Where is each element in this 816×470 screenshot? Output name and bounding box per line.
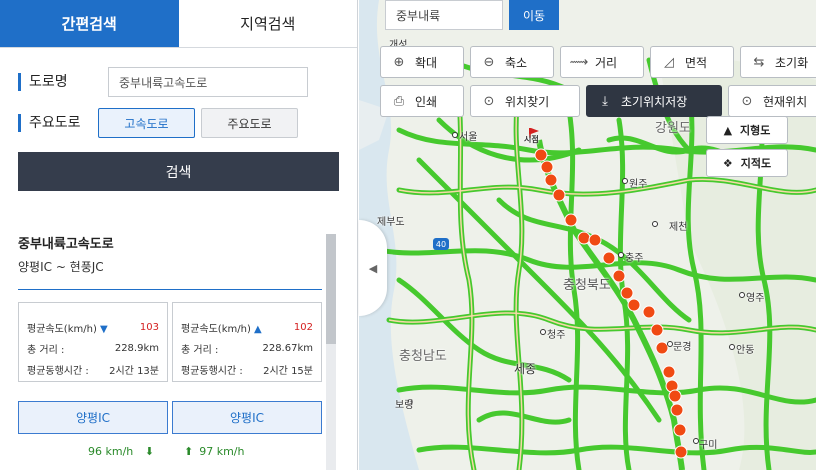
distance-value: 228.9km: [114, 343, 159, 354]
time-value: 2시간 15분: [263, 366, 313, 377]
cadastral-map-button[interactable]: ❖ 지적도: [706, 149, 788, 177]
main-road-label: 주요도로: [18, 114, 98, 132]
result-scrollbar[interactable]: [326, 234, 336, 470]
time-label: 평균동행시간 :: [27, 366, 89, 377]
direction-card-up: 평균속도(km/h) ▲ 102 총 거리 : 228.67km 평균동행시간 …: [172, 302, 322, 382]
find-location-button[interactable]: ⊙ 위치찾기: [470, 85, 580, 117]
search-tabs: 간편검색 지역검색: [0, 0, 357, 48]
map-label: 세종: [514, 362, 537, 376]
map-label: 제천: [669, 222, 688, 233]
map-label: 충주: [625, 253, 644, 264]
result-divider: [18, 289, 322, 290]
map-label: 구미: [699, 440, 718, 451]
grid-icon: ❖: [722, 156, 733, 170]
avg-speed-label: 평균속도(km/h) ▼: [27, 324, 108, 335]
zoom-in-icon: ⊕: [393, 54, 405, 70]
zoom-in-button[interactable]: ⊕ 확대: [380, 46, 464, 78]
search-panel: 간편검색 지역검색 도로명 주요도로 고속도로 주요도로 검색 중부내륙고속도로…: [0, 0, 358, 470]
map-label: 제부도: [377, 217, 405, 228]
print-button[interactable]: ⎙ 인쇄: [380, 85, 464, 117]
scrollbar-thumb[interactable]: [326, 234, 336, 344]
distance-label: 총 거리 :: [181, 345, 219, 356]
speed-down: 96 km/h ⬇: [88, 445, 154, 458]
ic-button-1[interactable]: 양평IC: [18, 401, 168, 434]
distance-label: 총 거리 :: [27, 345, 65, 356]
map-label: 문경: [673, 342, 692, 353]
speed-up: ⬆ 97 km/h: [184, 445, 245, 458]
arrow-down-icon: ▼: [100, 324, 108, 335]
road-name-label: 도로명: [18, 73, 98, 91]
save-initial-position-button[interactable]: ⤓ 초기위치저장: [586, 85, 722, 117]
distance-button[interactable]: ⟿ 거리: [560, 46, 644, 78]
result-section: 양평IC ~ 현풍JC: [18, 260, 104, 274]
zoom-out-button[interactable]: ⊖ 축소: [470, 46, 554, 78]
ic-button-2[interactable]: 양평IC: [172, 401, 322, 434]
print-icon: ⎙: [393, 93, 405, 109]
search-button[interactable]: 검색: [18, 152, 339, 191]
arrow-up-icon: ⬆: [184, 445, 194, 458]
expressway-button[interactable]: 고속도로: [98, 108, 195, 138]
svg-text:40: 40: [436, 240, 446, 249]
map-label: 안동: [736, 345, 755, 356]
chevron-left-icon: ◀: [368, 261, 378, 275]
road-name-input[interactable]: [108, 67, 308, 97]
crosshair-icon: ⊙: [483, 93, 495, 109]
zoom-out-icon: ⊖: [483, 54, 495, 70]
time-label: 평균동행시간 :: [181, 366, 243, 377]
road-name-row: 도로명: [18, 67, 308, 97]
map-label: 영주: [746, 293, 765, 304]
road-type-row: 주요도로 고속도로 주요도로: [18, 108, 304, 138]
distance-value: 228.67km: [262, 343, 313, 354]
map-label: 청주: [547, 330, 566, 341]
map-label: 강원도: [655, 121, 691, 136]
distance-icon: ⟿: [569, 54, 589, 70]
map-search-input[interactable]: [385, 0, 503, 30]
map-go-button[interactable]: 이동: [509, 0, 559, 30]
start-point-label: 시점: [524, 135, 539, 144]
reset-button[interactable]: ⇆ 초기화: [740, 46, 816, 78]
mountain-icon: ▲: [723, 123, 733, 137]
crosshair-icon: ⊙: [741, 93, 753, 109]
arrow-down-icon: ⬇: [144, 445, 154, 458]
terrain-map-button[interactable]: ▲ 지형도: [706, 116, 788, 144]
panel-collapse-toggle[interactable]: ◀: [359, 220, 387, 316]
avg-speed-value: 102: [293, 322, 313, 333]
map-label: 보령: [395, 400, 414, 411]
map-label: 충청북도: [563, 278, 611, 293]
time-value: 2시간 13분: [109, 366, 159, 377]
avg-speed-value: 103: [139, 322, 159, 333]
area-icon: ◿: [664, 54, 674, 70]
tab-region-search[interactable]: 지역검색: [178, 0, 357, 47]
current-location-button[interactable]: ⊙ 현재위치: [728, 85, 816, 117]
tab-simple-search[interactable]: 간편검색: [0, 0, 179, 47]
arrow-up-icon: ▲: [254, 324, 262, 335]
main-road-button[interactable]: 주요도로: [201, 108, 298, 138]
map-label: 서울: [459, 132, 478, 143]
direction-card-down: 평균속도(km/h) ▼ 103 총 거리 : 228.9km 평균동행시간 :…: [18, 302, 168, 382]
map-label: 원주: [629, 179, 648, 190]
download-icon: ⤓: [602, 93, 608, 109]
map-label: 충청남도: [399, 349, 447, 364]
reset-icon: ⇆: [753, 54, 765, 70]
result-road-title: 중부내륙고속도로: [18, 237, 114, 252]
area-button[interactable]: ◿ 면적: [650, 46, 734, 78]
avg-speed-label: 평균속도(km/h) ▲: [181, 324, 262, 335]
